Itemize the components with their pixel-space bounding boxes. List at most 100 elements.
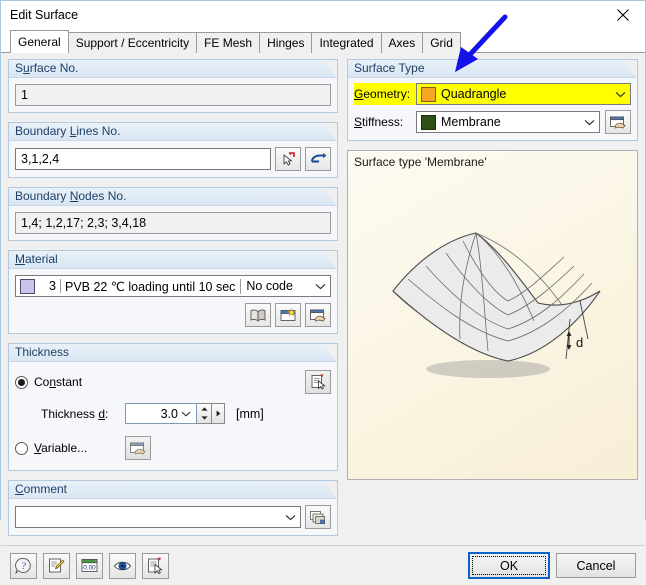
thickness-constant-option[interactable]: Constant bbox=[15, 375, 82, 389]
view-eye-icon bbox=[113, 561, 132, 570]
chevron-down-icon bbox=[315, 283, 325, 289]
group-surface-type: Surface Type Geometry: Quadrangle Stiffn… bbox=[347, 59, 638, 141]
group-body-comment bbox=[9, 499, 337, 535]
comment-row bbox=[15, 505, 331, 529]
tab-grid[interactable]: Grid bbox=[422, 32, 461, 53]
material-button-row bbox=[15, 303, 331, 327]
title-bar: Edit Surface bbox=[1, 1, 645, 29]
geometry-value: Quadrangle bbox=[441, 87, 507, 101]
edit-note-icon bbox=[49, 558, 65, 572]
units-button[interactable]: 0.00 bbox=[76, 552, 103, 579]
material-library-button[interactable] bbox=[245, 303, 271, 327]
ok-button[interactable]: OK bbox=[468, 552, 550, 579]
stiffness-combobox[interactable]: Membrane bbox=[416, 111, 600, 133]
thickness-info-icon bbox=[311, 374, 326, 390]
tab-general[interactable]: General bbox=[10, 30, 69, 53]
group-label-boundary-lines: Boundary Lines No. bbox=[9, 123, 337, 141]
group-body-surface-type: Geometry: Quadrangle Stiffness: Membrane bbox=[348, 78, 637, 140]
membrane-surface-illustration: d bbox=[392, 232, 601, 378]
boundary-lines-legend-post: ines No. bbox=[76, 124, 121, 138]
svg-text:?: ? bbox=[21, 562, 26, 572]
thickness-dropdown-arrow[interactable] bbox=[178, 411, 194, 417]
edit-stiffness-icon bbox=[610, 116, 626, 128]
thickness-input-box[interactable]: 3.0 bbox=[125, 403, 197, 424]
thickness-constant-row: Constant bbox=[15, 370, 331, 394]
group-body-boundary-lines: 3,1,2,4 bbox=[9, 141, 337, 177]
comment-combobox[interactable] bbox=[15, 506, 301, 528]
group-label-material: Material bbox=[9, 251, 337, 269]
cancel-button[interactable]: Cancel bbox=[556, 553, 636, 578]
surface-no-legend-post: rface No. bbox=[29, 61, 79, 75]
material-dropdown-arrow[interactable] bbox=[310, 276, 330, 296]
tab-support-eccentricity[interactable]: Support / Eccentricity bbox=[67, 32, 198, 53]
thickness-stepper[interactable] bbox=[197, 403, 212, 424]
edit-material-button[interactable] bbox=[305, 303, 331, 327]
thickness-variable-option[interactable]: Variable... bbox=[15, 441, 115, 455]
stiffness-dropdown-arrow[interactable] bbox=[579, 112, 599, 132]
chevron-down-icon bbox=[285, 514, 295, 520]
edit-stiffness-button[interactable] bbox=[605, 110, 631, 134]
select-document-button[interactable] bbox=[142, 552, 169, 579]
help-button[interactable]: ? bbox=[10, 552, 37, 579]
boundary-lines-row: 3,1,2,4 bbox=[15, 147, 331, 171]
thickness-step-down[interactable] bbox=[197, 414, 211, 424]
units-icon: 0.00 bbox=[81, 558, 98, 572]
geometry-combobox[interactable]: Quadrangle bbox=[416, 83, 631, 105]
boundary-nodes-legend-post: odes No. bbox=[78, 189, 127, 203]
tab-fe-mesh[interactable]: FE Mesh bbox=[196, 32, 261, 53]
comment-list-button[interactable] bbox=[305, 505, 331, 529]
pick-lines-icon bbox=[283, 151, 295, 166]
cancel-button-label: Cancel bbox=[576, 558, 616, 573]
comment-dropdown-arrow[interactable] bbox=[280, 507, 300, 527]
surface-no-legend-pre: S bbox=[15, 61, 24, 75]
stiffness-value: Membrane bbox=[441, 115, 501, 129]
thickness-step-up[interactable] bbox=[197, 404, 211, 414]
thickness-spinner[interactable]: 3.0 bbox=[125, 403, 225, 424]
help-icon: ? bbox=[15, 557, 31, 574]
edit-note-button[interactable] bbox=[43, 552, 70, 579]
pick-lines-button[interactable] bbox=[275, 147, 301, 171]
material-code: No code bbox=[246, 279, 293, 293]
boundary-lines-input[interactable]: 3,1,2,4 bbox=[15, 148, 271, 170]
group-boundary-lines: Boundary Lines No. 3,1,2,4 bbox=[8, 122, 338, 178]
edit-variable-thickness-button[interactable] bbox=[125, 436, 151, 460]
chevron-down-icon bbox=[584, 119, 594, 125]
comment-legend-post: omment bbox=[23, 482, 68, 496]
group-label-comment: Comment bbox=[9, 481, 337, 499]
reverse-direction-button[interactable] bbox=[305, 147, 331, 171]
tab-integrated[interactable]: Integrated bbox=[311, 32, 382, 53]
dialog-footer: ? 0.00 OK Cancel bbox=[1, 545, 645, 585]
edit-material-icon bbox=[310, 309, 326, 321]
geometry-color-swatch bbox=[421, 86, 436, 102]
thickness-variable-radio[interactable] bbox=[15, 441, 28, 455]
material-color-swatch bbox=[20, 278, 35, 294]
geometry-dropdown-arrow[interactable] bbox=[610, 84, 630, 104]
boundary-nodes-legend-pre: Boundary bbox=[15, 189, 70, 203]
surface-type-preview: Surface type 'Membrane' d bbox=[347, 150, 638, 480]
material-number: 3 bbox=[40, 279, 61, 293]
material-combobox[interactable]: 3 PVB 22 ℃ loading until 10 sec No code bbox=[15, 275, 331, 297]
view-button[interactable] bbox=[109, 552, 136, 579]
material-legend-post: aterial bbox=[25, 252, 58, 266]
surface-no-input[interactable]: 1 bbox=[15, 84, 331, 106]
thickness-next-button[interactable] bbox=[212, 403, 225, 424]
comment-legend-accel: C bbox=[15, 482, 24, 496]
geometry-label: Geometry: bbox=[354, 87, 411, 101]
tab-axes[interactable]: Axes bbox=[380, 32, 424, 53]
group-surface-no: Surface No. 1 bbox=[8, 59, 338, 113]
stiffness-label: Stiffness: bbox=[354, 115, 404, 129]
new-material-button[interactable] bbox=[275, 303, 301, 327]
thickness-variable-label: Variable... bbox=[34, 441, 88, 455]
close-button[interactable] bbox=[600, 1, 645, 29]
tab-hinges[interactable]: Hinges bbox=[259, 32, 313, 53]
material-legend-accel: M bbox=[15, 252, 25, 266]
group-body-boundary-nodes: 1,4; 1,2,17; 2,3; 3,4,18 bbox=[9, 206, 337, 240]
boundary-nodes-input[interactable]: 1,4; 1,2,17; 2,3; 3,4,18 bbox=[15, 212, 331, 234]
group-body-thickness: Constant Thickness d: 3.0 [mm] Variable.… bbox=[9, 362, 337, 470]
caret-down-icon bbox=[200, 416, 208, 420]
thickness-info-button[interactable] bbox=[305, 370, 331, 394]
group-material: Material 3 PVB 22 ℃ loading until 10 sec… bbox=[8, 250, 338, 334]
preview-dimension-label: d bbox=[576, 335, 583, 350]
edit-variable-thickness-icon bbox=[130, 442, 146, 454]
thickness-constant-radio[interactable] bbox=[15, 375, 28, 389]
